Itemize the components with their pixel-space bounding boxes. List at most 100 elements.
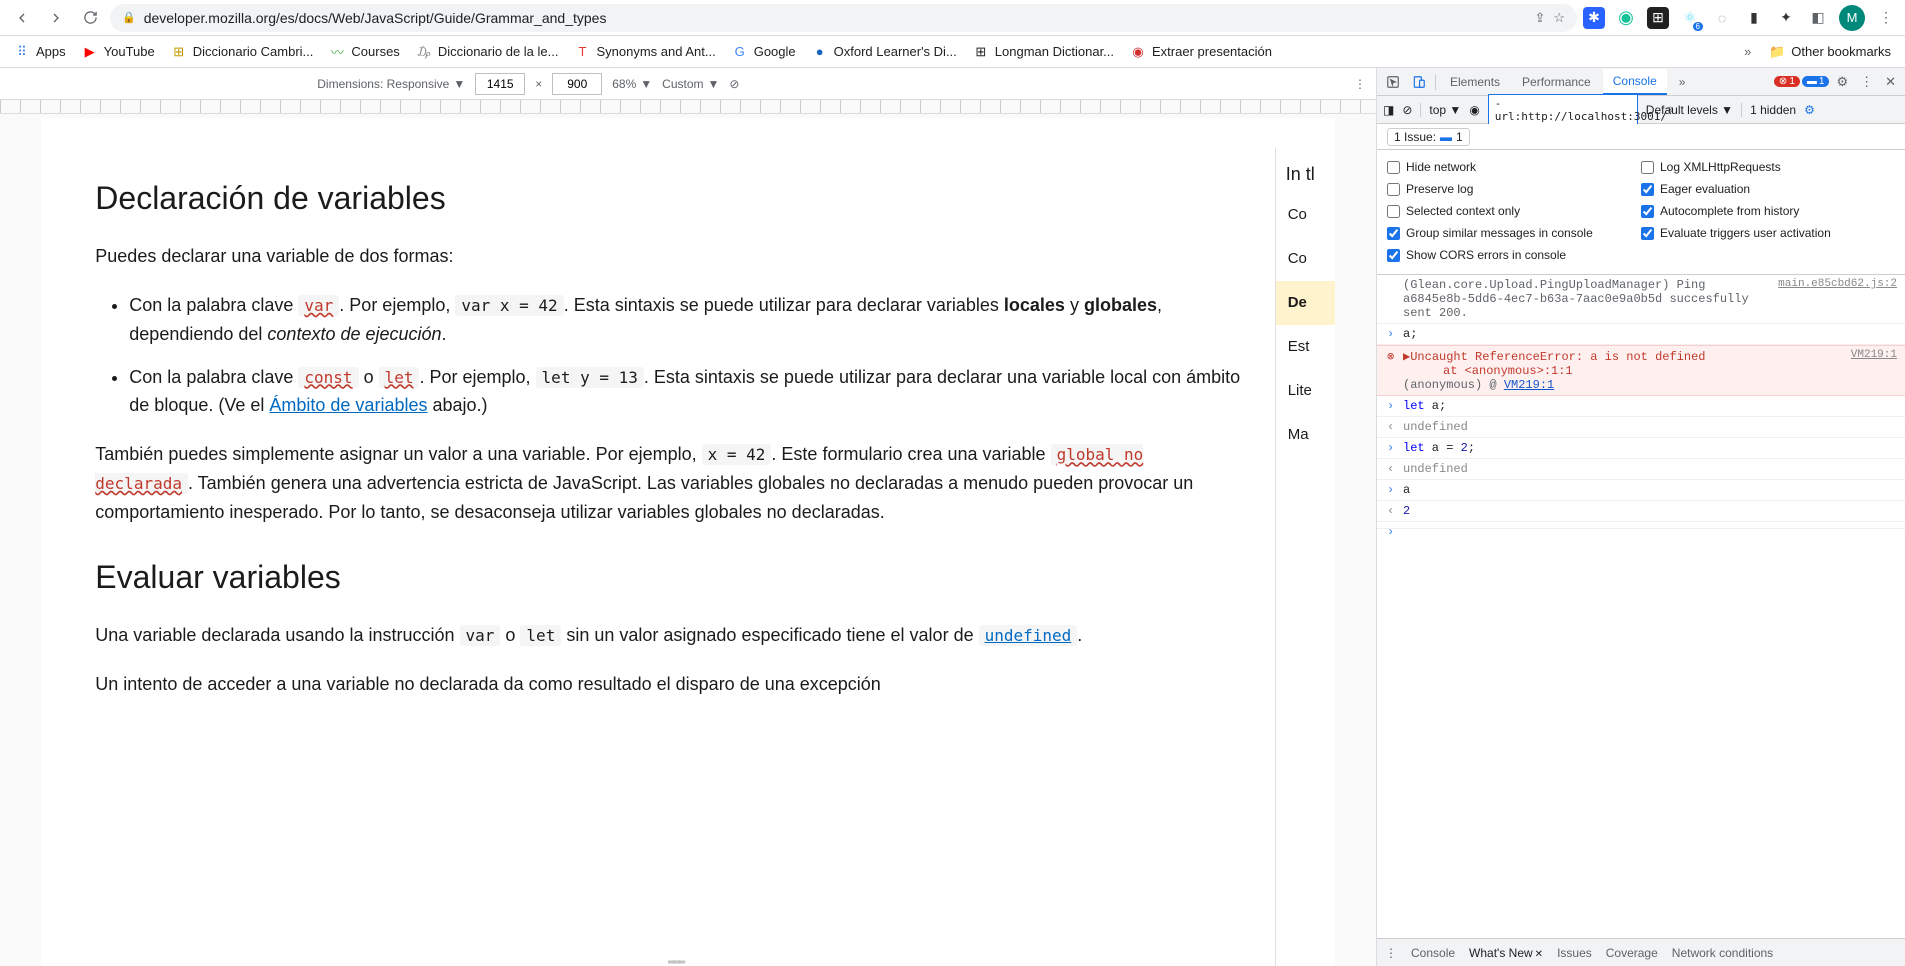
settings-icon[interactable]: ⚙ bbox=[1831, 70, 1853, 94]
bookmark-label: Diccionario de la le... bbox=[438, 44, 559, 59]
bookmark-item[interactable]: ⠿Apps bbox=[8, 40, 72, 64]
levels-dropdown[interactable]: Default levels ▼ bbox=[1646, 103, 1733, 117]
inspect-icon[interactable] bbox=[1381, 71, 1405, 93]
reload-button[interactable] bbox=[76, 4, 104, 32]
drawer-menu-icon[interactable]: ⋮ bbox=[1385, 946, 1397, 960]
drawer-tab-issues[interactable]: Issues bbox=[1557, 946, 1592, 960]
throttle-dropdown[interactable]: Custom ▼ bbox=[662, 77, 719, 91]
bookmark-item[interactable]: ◉Extraer presentación bbox=[1124, 40, 1278, 64]
console-filter[interactable]: -url:http://localhost:3001/⊗ bbox=[1488, 94, 1638, 126]
error-source-link[interactable]: VM219:1 bbox=[1504, 378, 1554, 392]
console-settings-icon[interactable]: ⚙ bbox=[1804, 103, 1815, 117]
toc-header: In tl bbox=[1276, 156, 1335, 193]
cb-log-xhr[interactable]: Log XMLHttpRequests bbox=[1641, 156, 1895, 178]
height-input[interactable] bbox=[552, 73, 602, 95]
cb-selected-ctx[interactable]: Selected context only bbox=[1387, 200, 1641, 222]
back-button[interactable] bbox=[8, 4, 36, 32]
issue-badge[interactable]: ▬ 1 bbox=[1802, 76, 1830, 87]
drawer-tab-coverage[interactable]: Coverage bbox=[1606, 946, 1658, 960]
ext-icon-grammarly[interactable]: ◉ bbox=[1615, 7, 1637, 29]
share-icon[interactable]: ⇪ bbox=[1534, 10, 1545, 26]
resize-handle[interactable]: ═══ bbox=[668, 957, 708, 962]
toc-item[interactable]: Ma bbox=[1276, 413, 1335, 457]
drawer-tab-whatsnew[interactable]: What's New✕ bbox=[1469, 946, 1543, 960]
toc-item[interactable]: De bbox=[1276, 281, 1335, 325]
device-menu-icon[interactable]: ⋮ bbox=[1354, 77, 1366, 91]
bookmarks-overflow[interactable]: » bbox=[1736, 44, 1759, 59]
link-scope[interactable]: Ámbito de variables bbox=[269, 395, 427, 415]
cb-eval-triggers[interactable]: Evaluate triggers user activation bbox=[1641, 222, 1895, 244]
context-dropdown[interactable]: top ▼ bbox=[1429, 103, 1461, 117]
bookmark-item[interactable]: 〰Courses bbox=[323, 40, 405, 64]
error-badge[interactable]: ⊗ 1 bbox=[1774, 76, 1800, 87]
close-devtools-icon[interactable]: ✕ bbox=[1880, 70, 1901, 94]
console-log[interactable]: (Glean.core.Upload.PingUploadManager) Pi… bbox=[1377, 275, 1905, 938]
cb-eager-eval[interactable]: Eager evaluation bbox=[1641, 178, 1895, 200]
zoom-dropdown[interactable]: 68% ▼ bbox=[612, 77, 652, 91]
clear-console-icon[interactable]: ⊘ bbox=[1402, 103, 1412, 117]
extensions-icon[interactable]: ✦ bbox=[1775, 7, 1797, 29]
bookmarks-bar: ⠿Apps▶YouTube⊞Diccionario Cambri...〰Cour… bbox=[0, 36, 1905, 68]
code-var: var bbox=[460, 625, 501, 646]
console-prompt[interactable]: › bbox=[1377, 522, 1905, 529]
bookmark-item[interactable]: T Synonyms and Ant... bbox=[568, 40, 721, 64]
cb-autocomplete[interactable]: Autocomplete from history bbox=[1641, 200, 1895, 222]
ext-icon-5[interactable]: ◌ bbox=[1711, 7, 1733, 29]
ext-icon-3[interactable]: ⊞ bbox=[1647, 7, 1669, 29]
live-expression-icon[interactable]: ◉ bbox=[1469, 103, 1479, 117]
ext-icon-react[interactable]: ⚛6 bbox=[1679, 7, 1701, 29]
width-input[interactable] bbox=[475, 73, 525, 95]
device-toggle-icon[interactable] bbox=[1407, 71, 1431, 93]
bookmark-item[interactable]: ●Oxford Learner's Di... bbox=[806, 40, 963, 64]
toc-item[interactable]: Co bbox=[1276, 193, 1335, 237]
bookmark-item[interactable]: ⊞Diccionario Cambri... bbox=[165, 40, 320, 64]
profile-avatar[interactable]: M bbox=[1839, 5, 1865, 31]
cb-group-similar[interactable]: Group similar messages in console bbox=[1387, 222, 1641, 244]
ext-icon-1[interactable]: ✱ bbox=[1583, 7, 1605, 29]
console-sidebar-icon[interactable]: ◨ bbox=[1383, 103, 1394, 117]
issues-row[interactable]: 1 Issue: ▬ 1 bbox=[1377, 124, 1905, 150]
bookmark-label: Apps bbox=[36, 44, 66, 59]
log-input: ›let a; bbox=[1377, 396, 1905, 417]
log-source-link[interactable]: VM219:1 bbox=[1851, 349, 1897, 361]
bookmark-item[interactable]: GGoogle bbox=[726, 40, 802, 64]
bookmark-item[interactable]: ⊞Longman Dictionar... bbox=[967, 40, 1120, 64]
page-content: Declaración de variables Puedes declarar… bbox=[41, 118, 1334, 966]
bookmark-icon: T bbox=[574, 44, 590, 60]
cb-hide-network[interactable]: Hide network bbox=[1387, 156, 1641, 178]
sidepanel-icon[interactable]: ◧ bbox=[1807, 7, 1829, 29]
bookmark-item[interactable]: ₯Diccionario de la le... bbox=[410, 40, 565, 64]
tab-console[interactable]: Console bbox=[1603, 69, 1667, 95]
tab-elements[interactable]: Elements bbox=[1440, 70, 1510, 94]
folder-icon: 📁 bbox=[1769, 44, 1785, 60]
other-bookmarks[interactable]: 📁 Other bookmarks bbox=[1763, 40, 1897, 64]
forward-button[interactable] bbox=[42, 4, 70, 32]
star-icon[interactable]: ☆ bbox=[1553, 10, 1565, 26]
log-source-link[interactable]: main.e85cbd62.js:2 bbox=[1778, 278, 1897, 290]
toc-item[interactable]: Co bbox=[1276, 237, 1335, 281]
ext-icon-6[interactable]: ▮ bbox=[1743, 7, 1765, 29]
code-undefined[interactable]: undefined bbox=[979, 625, 1078, 646]
code-const: const bbox=[298, 367, 358, 388]
cb-preserve-log[interactable]: Preserve log bbox=[1387, 178, 1641, 200]
cb-cors[interactable]: Show CORS errors in console bbox=[1387, 244, 1641, 266]
drawer-tab-console[interactable]: Console bbox=[1411, 946, 1455, 960]
bookmark-label: Synonyms and Ant... bbox=[596, 44, 715, 59]
bookmark-item[interactable]: ▶YouTube bbox=[76, 40, 161, 64]
tab-more[interactable]: » bbox=[1669, 70, 1696, 94]
dimensions-dropdown[interactable]: Dimensions: Responsive ▼ bbox=[317, 77, 465, 91]
toc-item[interactable]: Est bbox=[1276, 325, 1335, 369]
rotate-icon[interactable]: ⊘ bbox=[729, 77, 739, 91]
article-body: Declaración de variables Puedes declarar… bbox=[91, 148, 1274, 966]
list-item: Con la palabra clave const o let. Por ej… bbox=[129, 363, 1244, 421]
drawer-tab-network[interactable]: Network conditions bbox=[1672, 946, 1773, 960]
declaration-list: Con la palabra clave var. Por ejemplo, v… bbox=[129, 291, 1244, 420]
code-let: let bbox=[520, 625, 561, 646]
tab-performance[interactable]: Performance bbox=[1512, 70, 1601, 94]
devtools-menu-icon[interactable]: ⋮ bbox=[1855, 70, 1878, 94]
menu-icon[interactable]: ⋮ bbox=[1875, 7, 1897, 29]
bookmark-label: Diccionario Cambri... bbox=[193, 44, 314, 59]
toc-item[interactable]: Lite bbox=[1276, 369, 1335, 413]
close-icon[interactable]: ✕ bbox=[1535, 949, 1543, 960]
address-bar[interactable]: 🔒 developer.mozilla.org/es/docs/Web/Java… bbox=[110, 4, 1577, 32]
